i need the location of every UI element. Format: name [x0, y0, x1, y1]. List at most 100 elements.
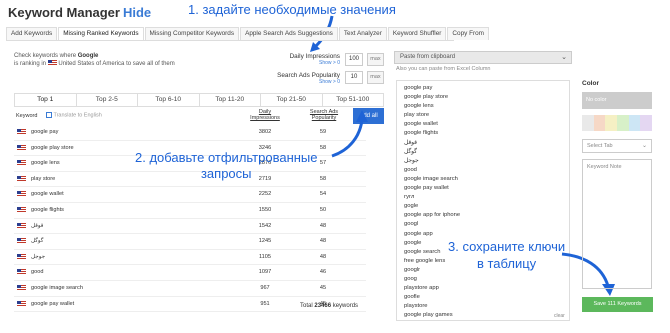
save-keywords-button[interactable]: Save 111 Keywords — [582, 297, 653, 312]
row-keyword: گوگل — [31, 238, 44, 245]
main-tabs: Add Keywords Missing Ranked Keywords Missi… — [6, 27, 490, 41]
popularity-max-button[interactable]: max — [367, 71, 384, 84]
total-keywords: Total 23466 keywords — [300, 303, 359, 309]
row-keyword: جوجل — [31, 253, 46, 260]
tab-0[interactable]: Add Keywords — [6, 27, 58, 40]
keyword-list-item: playstore — [404, 303, 428, 310]
keyword-list-item: google play store — [404, 94, 449, 101]
row-impressions: 1097 — [258, 269, 272, 276]
row-impressions: 951 — [260, 300, 270, 307]
row-impressions: 3802 — [258, 129, 272, 135]
color-swatch[interactable] — [628, 115, 641, 131]
paste-select[interactable]: Paste from clipboard ⌄ — [394, 51, 572, 64]
tab-6[interactable]: Copy From — [447, 27, 490, 40]
keyword-list-item: قوقل — [404, 139, 417, 146]
hide-link[interactable]: Hide — [123, 5, 151, 20]
arrow-step2-icon — [331, 110, 368, 158]
us-flag-icon — [17, 300, 26, 307]
color-swatch[interactable] — [617, 115, 629, 131]
col-keyword: Keyword — [16, 113, 38, 119]
daily-impressions-label: Daily Impressions Show > 0 — [289, 53, 340, 66]
us-flag-icon — [17, 238, 26, 245]
us-flag-icon — [17, 191, 26, 198]
rank-tab-2[interactable]: Top 6-10 — [138, 94, 200, 106]
tab-3[interactable]: Apple Search Ads Suggestions — [240, 27, 338, 40]
keyword-list-item: google app for iphone — [404, 212, 461, 219]
row-impressions: 1542 — [258, 222, 272, 229]
chevron-down-icon: ⌄ — [561, 54, 567, 61]
color-label: Color — [582, 80, 599, 87]
keyword-list-item: good — [404, 166, 417, 173]
keyword-note-textarea[interactable]: Keyword Note — [582, 159, 652, 289]
select-tab-dropdown[interactable]: Select Tab ⌄ — [582, 139, 652, 153]
row-impressions: 1550 — [258, 207, 272, 213]
keyword-list-item: play store — [404, 112, 430, 119]
tab-5[interactable]: Keyword Shuffler — [387, 27, 447, 40]
table-row[interactable]: گوگل 1245 48 — [14, 234, 366, 250]
keyword-list-item: جوجل — [404, 157, 419, 164]
keyword-list-item: google image search — [404, 175, 458, 182]
row-keyword: قوقل — [31, 222, 44, 229]
keyword-list-item: google play games — [404, 312, 453, 319]
color-swatch[interactable] — [582, 115, 594, 131]
rank-tab-1[interactable]: Top 2-5 — [77, 94, 138, 106]
table-row[interactable]: google wallet 2252 54 — [14, 187, 366, 203]
row-impressions: 1245 — [258, 238, 272, 245]
keyword-list-textarea[interactable]: google pay google play store google lens pl… — [396, 80, 570, 321]
color-swatch[interactable] — [593, 115, 606, 131]
color-swatches — [582, 115, 653, 131]
popularity-input[interactable]: 10 — [345, 71, 363, 84]
keyword-list-item: goog — [404, 275, 417, 282]
row-impressions: 2252 — [258, 191, 272, 198]
color-swatch[interactable] — [605, 115, 618, 131]
app-name: Google — [77, 53, 99, 59]
translate-toggle[interactable]: Translate to English — [46, 112, 102, 118]
us-flag-icon — [17, 129, 26, 135]
row-keyword: google wallet — [31, 191, 64, 198]
keyword-list-item: google flights — [404, 130, 439, 137]
table-row[interactable]: google pay 3802 59 — [14, 125, 366, 141]
table-row[interactable]: google flights 1550 50 — [14, 203, 366, 219]
keyword-list-item: гугл — [404, 194, 415, 201]
row-keyword: google pay wallet — [31, 300, 75, 307]
keyword-list-item: google pay — [404, 85, 433, 91]
keyword-list-item: googl — [404, 221, 419, 228]
table-row[interactable]: google image search 967 45 — [14, 281, 366, 297]
us-flag-icon — [17, 207, 26, 213]
tab-4[interactable]: Text Analyzer — [338, 27, 387, 40]
row-popularity: 50 — [319, 207, 327, 213]
row-popularity: 48 — [319, 253, 327, 260]
rank-tab-3[interactable]: Top 11-20 — [200, 94, 261, 106]
keyword-list-item: google lens — [404, 103, 434, 110]
color-swatch[interactable] — [640, 115, 653, 131]
checkbox-icon[interactable] — [46, 112, 52, 118]
rank-tab-4[interactable]: Top 21-50 — [261, 94, 323, 106]
tab-1[interactable]: Missing Ranked Keywords — [58, 27, 144, 40]
table-row[interactable]: good 1097 46 — [14, 265, 366, 281]
us-flag-icon — [17, 160, 26, 167]
row-popularity: 46 — [319, 269, 327, 276]
keyword-list-item: google pay wallet — [404, 185, 449, 192]
us-flag-icon — [47, 60, 57, 67]
no-color-button[interactable]: No color — [582, 92, 652, 109]
paste-hint: Also you can paste from Excel Column — [396, 66, 491, 72]
daily-max-button[interactable]: max — [367, 53, 384, 66]
keyword-list-item: playstore app — [404, 285, 439, 292]
row-keyword: google play store — [31, 144, 74, 151]
row-impressions: 1105 — [258, 253, 272, 260]
row-keyword: google image search — [31, 285, 83, 291]
table-row[interactable]: قوقل 1542 48 — [14, 219, 366, 235]
row-popularity: 54 — [319, 191, 327, 198]
keyword-list-item: gogle — [404, 203, 419, 210]
row-keyword: good — [31, 269, 44, 276]
annotation-step3: 3. сохраните ключи в таблицу — [448, 239, 566, 271]
keyword-list-item: گوگل — [404, 148, 417, 155]
clear-link[interactable]: clear — [554, 313, 565, 319]
col-daily-impressions[interactable]: Daily Impressions — [245, 109, 285, 121]
tab-2[interactable]: Missing Competitor Keywords — [144, 27, 240, 40]
table-row[interactable]: جوجل 1105 48 — [14, 250, 366, 266]
row-impressions: 967 — [260, 285, 270, 291]
daily-impressions-input[interactable]: 100 — [345, 53, 363, 66]
row-keyword: google pay — [31, 129, 59, 135]
rank-tab-0[interactable]: Top 1 — [15, 94, 77, 106]
